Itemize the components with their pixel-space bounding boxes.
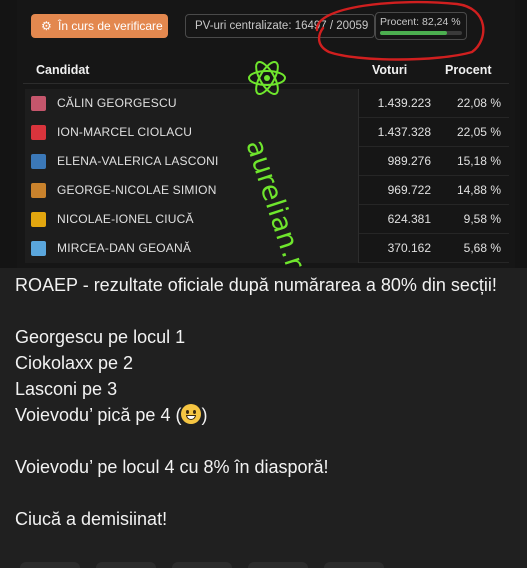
candidate-votes: 969.722 bbox=[387, 183, 431, 197]
candidate-cell: GEORGE-NICOLAE SIMION bbox=[25, 176, 359, 205]
verification-status-button[interactable]: ⚙ În curs de verificare bbox=[31, 14, 168, 38]
percent-progress-track bbox=[380, 31, 462, 35]
results-table-header: Candidat Voturi Procent bbox=[23, 58, 509, 84]
grinning-emoji-icon bbox=[181, 404, 202, 424]
header-votes: Voturi bbox=[372, 63, 408, 77]
candidate-votes: 370.162 bbox=[387, 241, 431, 255]
table-row: ELENA-VALERICA LASCONI 989.276 15,18 % bbox=[25, 147, 509, 176]
percent-indicator: Procent: 82,24 % bbox=[375, 12, 467, 40]
party-color-swatch bbox=[31, 183, 46, 198]
party-color-swatch bbox=[31, 125, 46, 140]
party-color-swatch bbox=[31, 96, 46, 111]
party-color-swatch bbox=[31, 154, 46, 169]
reaction-chip[interactable] bbox=[248, 562, 308, 568]
post-line-headline: ROAEP - rezultate oficiale după numărare… bbox=[15, 275, 497, 295]
table-row: NICOLAE-IONEL CIUCĂ 624.381 9,58 % bbox=[25, 205, 509, 234]
reaction-bar bbox=[20, 562, 520, 568]
post-line: Georgescu pe locul 1 bbox=[15, 327, 186, 347]
post-body: ROAEP - rezultate oficiale după numărare… bbox=[0, 268, 527, 568]
candidate-percent: 9,58 % bbox=[463, 212, 501, 226]
pv-count-label: PV-uri centralizate: 16497 / 20059 bbox=[195, 20, 369, 32]
results-table-body: CĂLIN GEORGESCU 1.439.223 22,08 % ION-MA… bbox=[25, 89, 509, 263]
table-row: ION-MARCEL CIOLACU 1.437.328 22,05 % bbox=[25, 118, 509, 147]
candidate-name: CĂLIN GEORGESCU bbox=[57, 96, 177, 110]
party-color-swatch bbox=[31, 241, 46, 256]
reaction-chip[interactable] bbox=[20, 562, 80, 568]
percent-label: Procent: 82,24 % bbox=[380, 16, 461, 28]
gear-icon: ⚙ bbox=[41, 19, 52, 33]
candidate-cell: CĂLIN GEORGESCU bbox=[25, 89, 359, 118]
header-candidate: Candidat bbox=[36, 63, 90, 77]
candidate-votes: 1.439.223 bbox=[377, 96, 431, 110]
post-line: Voievodu’ pică pe 4 () bbox=[15, 402, 515, 428]
candidate-name: ION-MARCEL CIOLACU bbox=[57, 125, 193, 139]
header-percent: Procent bbox=[445, 63, 492, 77]
candidate-percent: 15,18 % bbox=[456, 154, 501, 168]
party-color-swatch bbox=[31, 212, 46, 227]
candidate-votes: 624.381 bbox=[387, 212, 431, 226]
candidate-name: NICOLAE-IONEL CIUCĂ bbox=[57, 212, 194, 226]
table-row: MIRCEA-DAN GEOANĂ 370.162 5,68 % bbox=[25, 234, 509, 263]
status-label: În curs de verificare bbox=[58, 19, 163, 33]
post-line: Voievodu’ pe locul 4 cu 8% în diasporă! bbox=[15, 457, 329, 477]
candidate-name: GEORGE-NICOLAE SIMION bbox=[57, 183, 217, 197]
candidate-cell: ION-MARCEL CIOLACU bbox=[25, 118, 359, 147]
post-line: Ciucă a demisiinat! bbox=[15, 509, 168, 529]
post-line: Lasconi pe 3 bbox=[15, 379, 118, 399]
reaction-chip[interactable] bbox=[324, 562, 384, 568]
reaction-chip[interactable] bbox=[172, 562, 232, 568]
percent-progress-fill bbox=[380, 31, 448, 35]
candidate-name: ELENA-VALERICA LASCONI bbox=[57, 154, 219, 168]
candidate-percent: 14,88 % bbox=[456, 183, 501, 197]
candidate-percent: 22,08 % bbox=[456, 96, 501, 110]
candidate-votes: 1.437.328 bbox=[377, 125, 431, 139]
table-row: CĂLIN GEORGESCU 1.439.223 22,08 % bbox=[25, 89, 509, 118]
candidate-cell: MIRCEA-DAN GEOANĂ bbox=[25, 234, 359, 263]
candidate-percent: 5,68 % bbox=[463, 241, 501, 255]
election-results-screenshot: ⚙ În curs de verificare PV-uri centraliza… bbox=[17, 0, 515, 268]
post-text: ROAEP - rezultate oficiale după numărare… bbox=[15, 272, 515, 532]
candidate-percent: 22,05 % bbox=[456, 125, 501, 139]
candidate-cell: ELENA-VALERICA LASCONI bbox=[25, 147, 359, 176]
post-line: Ciokolaxx pe 2 bbox=[15, 353, 134, 373]
post-line-suffix: ) bbox=[201, 405, 208, 425]
table-row: GEORGE-NICOLAE SIMION 969.722 14,88 % bbox=[25, 176, 509, 205]
pv-count-indicator: PV-uri centralizate: 16497 / 20059 bbox=[185, 14, 375, 38]
candidate-votes: 989.276 bbox=[387, 154, 431, 168]
reaction-chip[interactable] bbox=[96, 562, 156, 568]
candidate-cell: NICOLAE-IONEL CIUCĂ bbox=[25, 205, 359, 234]
post-line-prefix: Voievodu’ pică pe 4 ( bbox=[15, 405, 182, 425]
candidate-name: MIRCEA-DAN GEOANĂ bbox=[57, 241, 192, 255]
